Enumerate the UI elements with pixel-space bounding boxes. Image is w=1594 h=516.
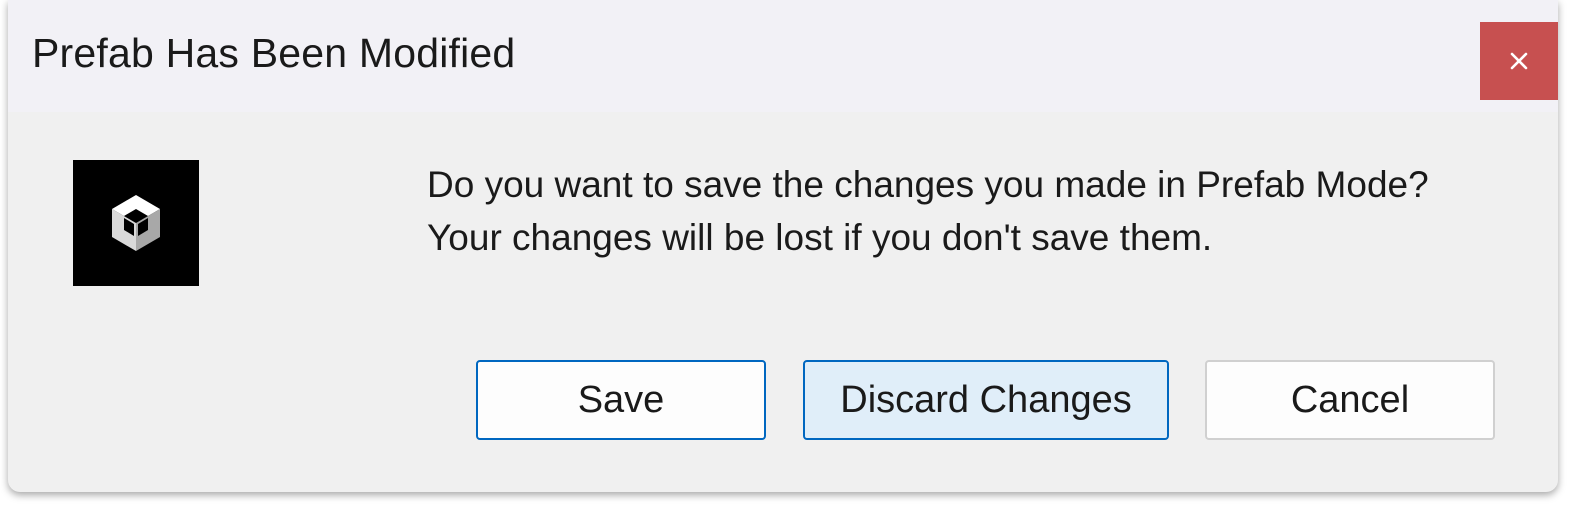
close-button[interactable] <box>1480 22 1558 100</box>
cancel-button[interactable]: Cancel <box>1205 360 1495 440</box>
unity-logo-icon <box>73 160 199 286</box>
title-bar: Prefab Has Been Modified <box>8 0 1558 112</box>
close-icon <box>1510 52 1528 70</box>
dialog-message: Do you want to save the changes you made… <box>427 164 1429 258</box>
dialog-window: Prefab Has Been Modified Do you want to … <box>8 0 1558 492</box>
save-button[interactable]: Save <box>476 360 766 440</box>
discard-changes-button[interactable]: Discard Changes <box>803 360 1169 440</box>
window-title: Prefab Has Been Modified <box>32 30 516 76</box>
